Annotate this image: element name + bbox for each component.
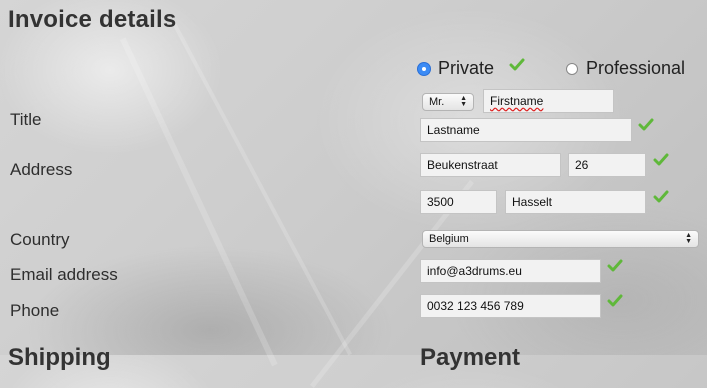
checkmark-icon xyxy=(607,259,623,272)
payment-heading: Payment xyxy=(420,344,521,371)
city-value: Hasselt xyxy=(512,195,553,209)
radio-private[interactable] xyxy=(418,62,430,75)
label-title: Title xyxy=(10,110,42,129)
salutation-value: Mr. xyxy=(429,96,445,108)
select-arrows-icon: ▲ ▼ xyxy=(460,95,467,108)
postal-code-input[interactable]: 3500 xyxy=(420,190,497,214)
phone-input[interactable]: 0032 123 456 789 xyxy=(420,294,601,318)
select-arrows-icon: ▲ ▼ xyxy=(685,232,692,245)
street-value: Beukenstraat xyxy=(427,158,498,172)
lastname-value: Lastname xyxy=(427,123,480,137)
checkmark-icon xyxy=(509,58,525,71)
page-title: Invoice details xyxy=(8,6,177,33)
customer-type-professional[interactable]: Professional xyxy=(566,58,685,79)
country-value: Belgium xyxy=(429,233,469,245)
lastname-input[interactable]: Lastname xyxy=(420,118,632,142)
phone-value: 0032 123 456 789 xyxy=(427,299,524,313)
radio-professional-label: Professional xyxy=(586,58,686,78)
customer-type-private[interactable]: Private xyxy=(418,58,494,79)
email-input[interactable]: info@a3drums.eu xyxy=(420,259,601,283)
house-number-input[interactable]: 26 xyxy=(568,153,646,177)
email-value: info@a3drums.eu xyxy=(427,264,522,278)
checkmark-icon xyxy=(638,118,654,131)
street-input[interactable]: Beukenstraat xyxy=(420,153,561,177)
radio-professional[interactable] xyxy=(566,62,578,75)
house-number-value: 26 xyxy=(575,158,589,172)
checkmark-icon xyxy=(653,153,669,166)
label-address: Address xyxy=(10,160,73,179)
checkmark-icon xyxy=(607,294,623,307)
postal-code-value: 3500 xyxy=(427,195,454,209)
shipping-heading: Shipping xyxy=(8,344,111,371)
label-phone: Phone xyxy=(10,301,60,320)
label-country: Country xyxy=(10,230,70,249)
firstname-value: Firstname xyxy=(490,94,544,108)
country-select[interactable]: Belgium ▲ ▼ xyxy=(422,230,699,248)
radio-private-label: Private xyxy=(438,58,495,78)
salutation-select[interactable]: Mr. ▲ ▼ xyxy=(422,93,474,111)
checkmark-icon xyxy=(653,190,669,203)
label-email: Email address xyxy=(10,265,118,284)
firstname-input[interactable]: Firstname xyxy=(483,89,614,113)
city-input[interactable]: Hasselt xyxy=(505,190,646,214)
